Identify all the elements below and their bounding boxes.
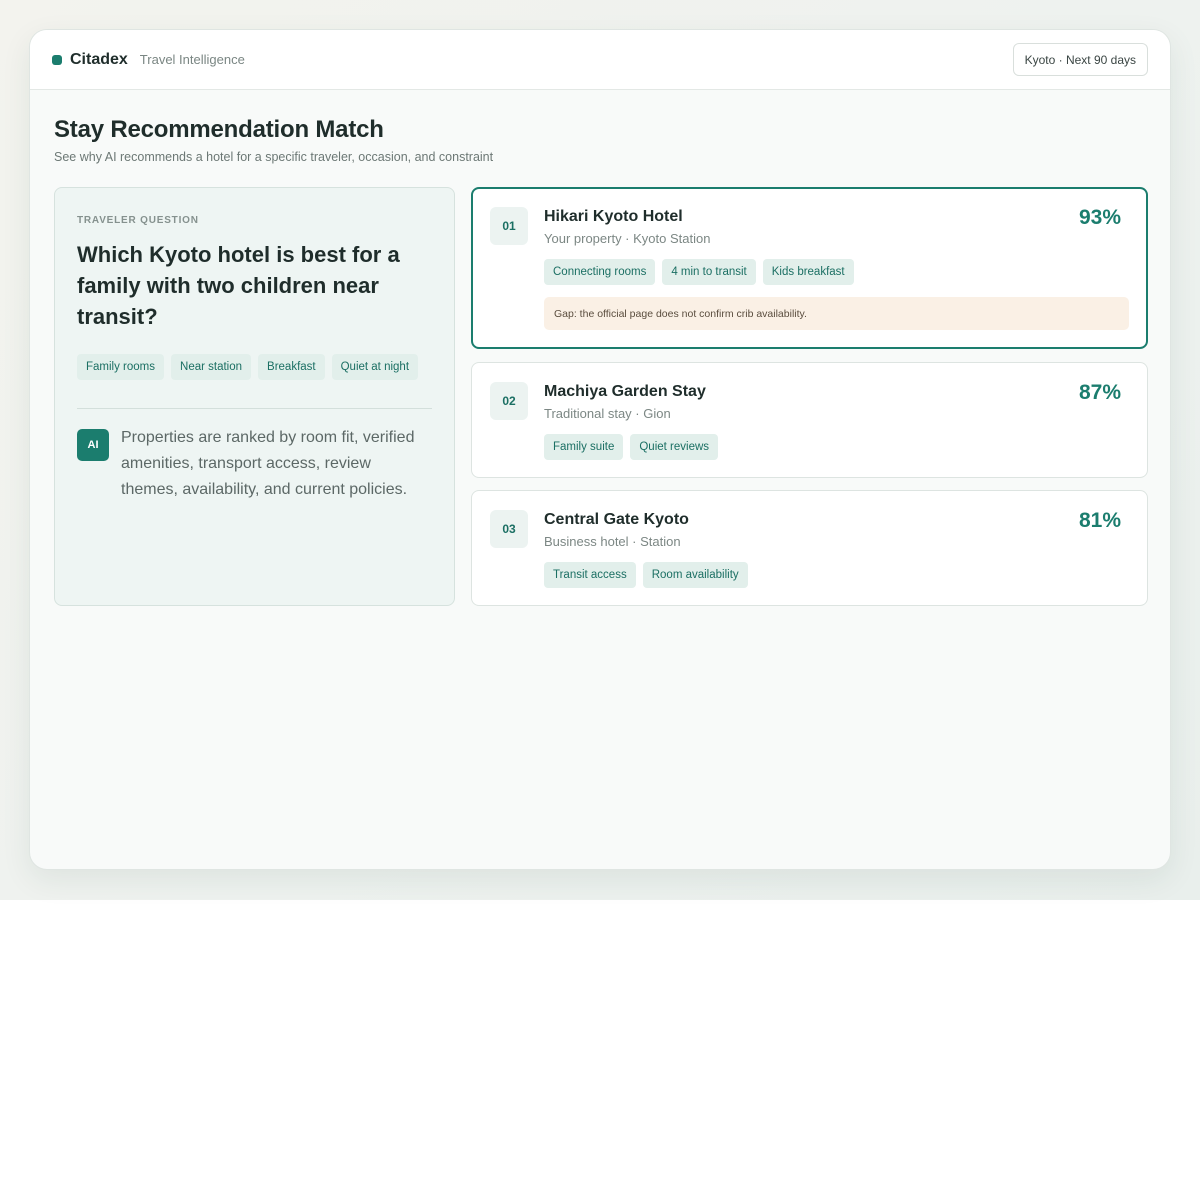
result-body: Central Gate Kyoto Business hotel · Stat… <box>544 511 1129 588</box>
page-subtitle: See why AI recommends a hotel for a spec… <box>54 150 494 164</box>
page-title: Stay Recommendation Match <box>54 116 384 143</box>
hotel-tag: Connecting rooms <box>544 259 656 285</box>
hotel-tag: Kids breakfast <box>762 259 854 285</box>
match-score: 87% <box>1078 381 1121 404</box>
question-tag[interactable]: Breakfast <box>258 354 325 380</box>
panel-divider <box>77 408 432 409</box>
hotel-meta: Business hotel · Station <box>544 534 681 549</box>
ai-badge-icon: AI <box>77 429 109 461</box>
match-score: 93% <box>1078 206 1121 229</box>
hotel-tag: Transit access <box>544 562 636 588</box>
result-card-central-gate-kyoto[interactable]: 03 81% Central Gate Kyoto Business hotel… <box>471 490 1148 606</box>
result-body: Hikari Kyoto Hotel Your property · Kyoto… <box>544 208 1129 330</box>
hotel-tags: Connecting rooms 4 min to transit Kids b… <box>544 259 1129 285</box>
result-card-machiya-garden-stay[interactable]: 02 87% Machiya Garden Stay Traditional s… <box>471 362 1148 478</box>
hotel-tag: Quiet reviews <box>630 434 719 460</box>
hotel-tags: Transit access Room availability <box>544 562 1129 588</box>
rank-badge: 03 <box>490 510 528 548</box>
ai-explanation-text: Properties are ranked by room fit, verif… <box>121 429 415 498</box>
question-label: TRAVELER QUESTION <box>77 215 199 226</box>
result-card-hikari-kyoto-hotel[interactable]: 01 93% Hikari Kyoto Hotel Your property … <box>471 187 1148 349</box>
rank-badge: 02 <box>490 382 528 420</box>
brand-tagline: Travel Intelligence <box>139 52 245 67</box>
question-tags: Family rooms Near station Breakfast Quie… <box>77 354 432 380</box>
result-body: Machiya Garden Stay Traditional stay · G… <box>544 383 1129 460</box>
rank-badge: 01 <box>490 207 528 245</box>
hotel-name: Machiya Garden Stay <box>544 383 706 400</box>
question-tag[interactable]: Near station <box>171 354 252 380</box>
page-header: Stay Recommendation Match See why AI rec… <box>54 116 493 164</box>
hotel-name: Hikari Kyoto Hotel <box>544 208 683 225</box>
question-tag[interactable]: Family rooms <box>77 354 165 380</box>
hotel-meta: Traditional stay · Gion <box>544 406 671 421</box>
hotel-tag: 4 min to transit <box>662 259 756 285</box>
match-score: 81% <box>1078 509 1121 532</box>
hotel-tag: Room availability <box>642 562 748 588</box>
hotel-tags: Family suite Quiet reviews <box>544 434 1129 460</box>
app-window: Citadex Travel Intelligence Kyoto · Next… <box>29 29 1171 870</box>
brand-name[interactable]: Citadex <box>70 51 128 69</box>
traveler-question-panel: TRAVELER QUESTION Which Kyoto hotel is b… <box>54 187 455 606</box>
scope-selector-button[interactable]: Kyoto · Next 90 days <box>1012 43 1148 76</box>
hotel-meta: Your property · Kyoto Station <box>544 231 711 246</box>
gap-warning: Gap: the official page does not confirm … <box>544 297 1129 330</box>
hotel-tag: Family suite <box>544 434 624 460</box>
question-tag[interactable]: Quiet at night <box>331 354 419 380</box>
hotel-name: Central Gate Kyoto <box>544 511 689 528</box>
brand-logo-icon <box>52 54 62 65</box>
question-text: Which Kyoto hotel is best for a family w… <box>77 242 400 329</box>
ai-explanation: AI Properties are ranked by room fit, ve… <box>77 429 432 503</box>
top-bar: Citadex Travel Intelligence Kyoto · Next… <box>30 30 1170 90</box>
